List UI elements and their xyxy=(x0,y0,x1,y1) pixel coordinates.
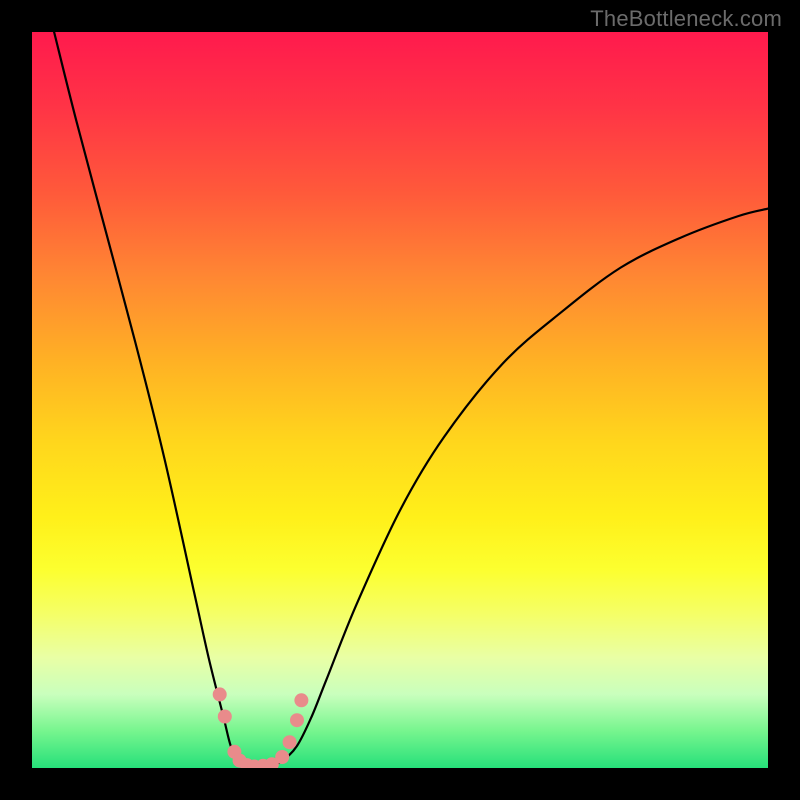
marker-dot xyxy=(283,735,297,749)
marker-dot xyxy=(294,693,308,707)
watermark-text: TheBottleneck.com xyxy=(590,6,782,32)
chart-frame: TheBottleneck.com xyxy=(0,0,800,800)
plot-area xyxy=(32,32,768,768)
marker-dot xyxy=(213,687,227,701)
marker-dot xyxy=(218,710,232,724)
marker-dot xyxy=(275,750,289,764)
marker-dot xyxy=(290,713,304,727)
bottleneck-curve-path xyxy=(54,32,768,768)
curve-layer xyxy=(32,32,768,768)
